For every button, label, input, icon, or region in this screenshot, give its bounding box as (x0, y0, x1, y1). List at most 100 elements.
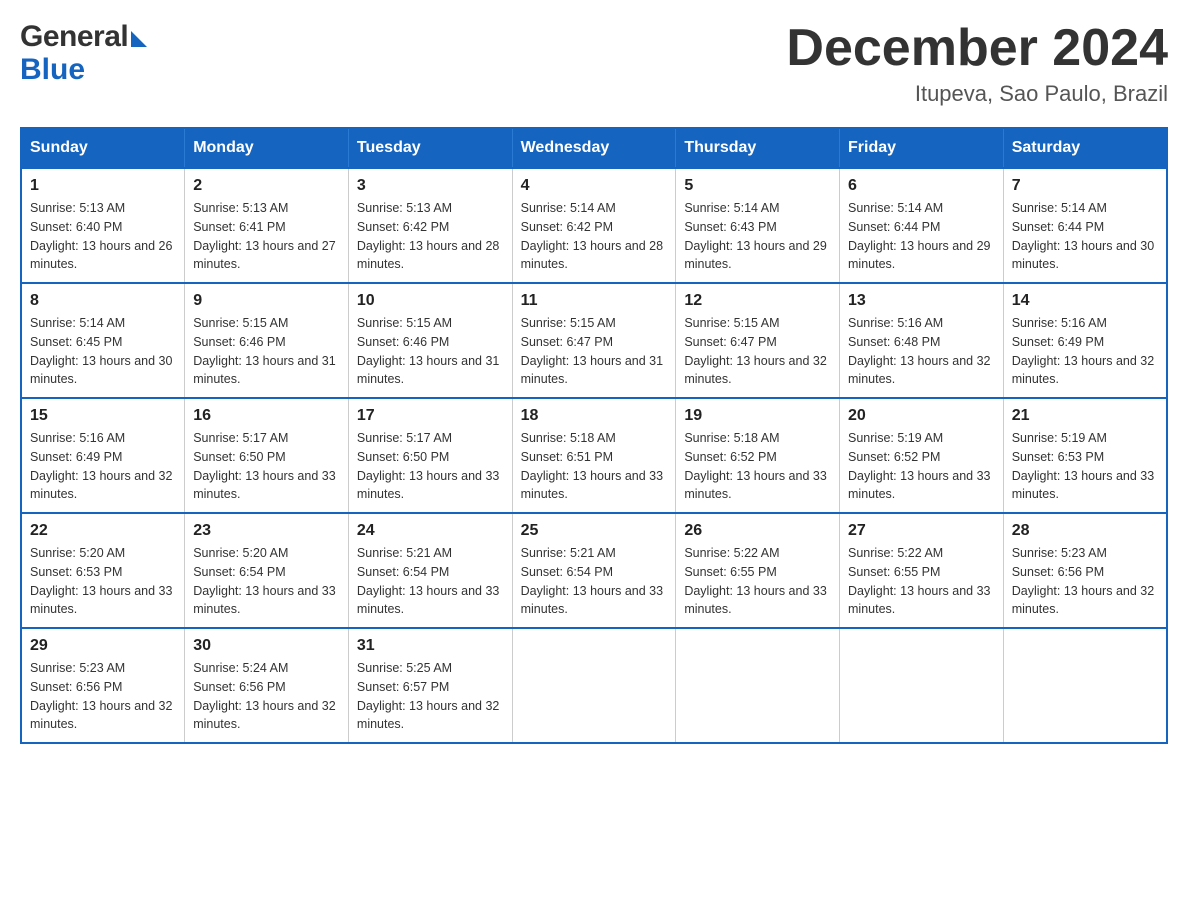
day-info: Sunrise: 5:24 AMSunset: 6:56 PMDaylight:… (193, 659, 340, 734)
day-cell: 10 Sunrise: 5:15 AMSunset: 6:46 PMDaylig… (348, 283, 512, 398)
day-number: 1 (30, 177, 176, 195)
day-info: Sunrise: 5:18 AMSunset: 6:52 PMDaylight:… (684, 429, 831, 504)
day-info: Sunrise: 5:23 AMSunset: 6:56 PMDaylight:… (30, 659, 176, 734)
day-info: Sunrise: 5:21 AMSunset: 6:54 PMDaylight:… (521, 544, 668, 619)
logo-blue-text: Blue (20, 53, 85, 86)
column-header-monday: Monday (185, 128, 349, 168)
day-number: 14 (1012, 292, 1158, 310)
day-cell: 21 Sunrise: 5:19 AMSunset: 6:53 PMDaylig… (1003, 398, 1167, 513)
day-number: 5 (684, 177, 831, 195)
day-info: Sunrise: 5:17 AMSunset: 6:50 PMDaylight:… (193, 429, 340, 504)
day-info: Sunrise: 5:14 AMSunset: 6:44 PMDaylight:… (848, 199, 995, 274)
day-number: 16 (193, 407, 340, 425)
column-header-sunday: Sunday (21, 128, 185, 168)
day-cell: 15 Sunrise: 5:16 AMSunset: 6:49 PMDaylig… (21, 398, 185, 513)
day-number: 20 (848, 407, 995, 425)
day-number: 27 (848, 522, 995, 540)
day-cell: 9 Sunrise: 5:15 AMSunset: 6:46 PMDayligh… (185, 283, 349, 398)
day-number: 7 (1012, 177, 1158, 195)
day-number: 19 (684, 407, 831, 425)
logo-general-text: General (20, 20, 128, 53)
day-number: 18 (521, 407, 668, 425)
day-cell: 4 Sunrise: 5:14 AMSunset: 6:42 PMDayligh… (512, 168, 676, 283)
day-info: Sunrise: 5:14 AMSunset: 6:44 PMDaylight:… (1012, 199, 1158, 274)
day-cell: 18 Sunrise: 5:18 AMSunset: 6:51 PMDaylig… (512, 398, 676, 513)
day-cell: 1 Sunrise: 5:13 AMSunset: 6:40 PMDayligh… (21, 168, 185, 283)
day-cell: 30 Sunrise: 5:24 AMSunset: 6:56 PMDaylig… (185, 628, 349, 743)
day-number: 21 (1012, 407, 1158, 425)
logo-arrow-icon (131, 31, 147, 47)
day-cell: 7 Sunrise: 5:14 AMSunset: 6:44 PMDayligh… (1003, 168, 1167, 283)
day-cell: 27 Sunrise: 5:22 AMSunset: 6:55 PMDaylig… (840, 513, 1004, 628)
day-cell: 8 Sunrise: 5:14 AMSunset: 6:45 PMDayligh… (21, 283, 185, 398)
day-number: 28 (1012, 522, 1158, 540)
day-info: Sunrise: 5:17 AMSunset: 6:50 PMDaylight:… (357, 429, 504, 504)
day-info: Sunrise: 5:21 AMSunset: 6:54 PMDaylight:… (357, 544, 504, 619)
day-info: Sunrise: 5:15 AMSunset: 6:47 PMDaylight:… (684, 314, 831, 389)
day-cell: 6 Sunrise: 5:14 AMSunset: 6:44 PMDayligh… (840, 168, 1004, 283)
day-number: 2 (193, 177, 340, 195)
day-cell (1003, 628, 1167, 743)
day-cell: 12 Sunrise: 5:15 AMSunset: 6:47 PMDaylig… (676, 283, 840, 398)
week-row-4: 22 Sunrise: 5:20 AMSunset: 6:53 PMDaylig… (21, 513, 1167, 628)
day-number: 26 (684, 522, 831, 540)
day-number: 17 (357, 407, 504, 425)
day-number: 11 (521, 292, 668, 310)
day-info: Sunrise: 5:23 AMSunset: 6:56 PMDaylight:… (1012, 544, 1158, 619)
day-cell: 19 Sunrise: 5:18 AMSunset: 6:52 PMDaylig… (676, 398, 840, 513)
day-cell (676, 628, 840, 743)
day-number: 31 (357, 637, 504, 655)
day-info: Sunrise: 5:15 AMSunset: 6:46 PMDaylight:… (357, 314, 504, 389)
day-number: 30 (193, 637, 340, 655)
column-header-saturday: Saturday (1003, 128, 1167, 168)
day-info: Sunrise: 5:22 AMSunset: 6:55 PMDaylight:… (848, 544, 995, 619)
column-header-wednesday: Wednesday (512, 128, 676, 168)
day-number: 29 (30, 637, 176, 655)
day-cell: 22 Sunrise: 5:20 AMSunset: 6:53 PMDaylig… (21, 513, 185, 628)
calendar-body: 1 Sunrise: 5:13 AMSunset: 6:40 PMDayligh… (21, 168, 1167, 743)
week-row-3: 15 Sunrise: 5:16 AMSunset: 6:49 PMDaylig… (21, 398, 1167, 513)
day-number: 22 (30, 522, 176, 540)
day-cell: 25 Sunrise: 5:21 AMSunset: 6:54 PMDaylig… (512, 513, 676, 628)
week-row-2: 8 Sunrise: 5:14 AMSunset: 6:45 PMDayligh… (21, 283, 1167, 398)
day-cell: 29 Sunrise: 5:23 AMSunset: 6:56 PMDaylig… (21, 628, 185, 743)
day-number: 24 (357, 522, 504, 540)
week-row-5: 29 Sunrise: 5:23 AMSunset: 6:56 PMDaylig… (21, 628, 1167, 743)
day-number: 6 (848, 177, 995, 195)
day-cell: 17 Sunrise: 5:17 AMSunset: 6:50 PMDaylig… (348, 398, 512, 513)
day-info: Sunrise: 5:14 AMSunset: 6:42 PMDaylight:… (521, 199, 668, 274)
day-info: Sunrise: 5:13 AMSunset: 6:42 PMDaylight:… (357, 199, 504, 274)
day-number: 9 (193, 292, 340, 310)
day-cell: 26 Sunrise: 5:22 AMSunset: 6:55 PMDaylig… (676, 513, 840, 628)
day-info: Sunrise: 5:19 AMSunset: 6:53 PMDaylight:… (1012, 429, 1158, 504)
day-cell: 2 Sunrise: 5:13 AMSunset: 6:41 PMDayligh… (185, 168, 349, 283)
day-number: 25 (521, 522, 668, 540)
day-number: 8 (30, 292, 176, 310)
column-header-tuesday: Tuesday (348, 128, 512, 168)
day-cell: 23 Sunrise: 5:20 AMSunset: 6:54 PMDaylig… (185, 513, 349, 628)
day-number: 10 (357, 292, 504, 310)
day-number: 15 (30, 407, 176, 425)
day-info: Sunrise: 5:20 AMSunset: 6:54 PMDaylight:… (193, 544, 340, 619)
day-cell: 11 Sunrise: 5:15 AMSunset: 6:47 PMDaylig… (512, 283, 676, 398)
calendar-table: SundayMondayTuesdayWednesdayThursdayFrid… (20, 127, 1168, 744)
month-title: December 2024 (786, 20, 1168, 77)
day-number: 3 (357, 177, 504, 195)
day-cell: 5 Sunrise: 5:14 AMSunset: 6:43 PMDayligh… (676, 168, 840, 283)
week-row-1: 1 Sunrise: 5:13 AMSunset: 6:40 PMDayligh… (21, 168, 1167, 283)
day-info: Sunrise: 5:19 AMSunset: 6:52 PMDaylight:… (848, 429, 995, 504)
day-info: Sunrise: 5:14 AMSunset: 6:45 PMDaylight:… (30, 314, 176, 389)
day-info: Sunrise: 5:15 AMSunset: 6:46 PMDaylight:… (193, 314, 340, 389)
day-number: 4 (521, 177, 668, 195)
day-number: 23 (193, 522, 340, 540)
day-info: Sunrise: 5:16 AMSunset: 6:49 PMDaylight:… (1012, 314, 1158, 389)
day-info: Sunrise: 5:16 AMSunset: 6:49 PMDaylight:… (30, 429, 176, 504)
day-cell: 13 Sunrise: 5:16 AMSunset: 6:48 PMDaylig… (840, 283, 1004, 398)
day-cell (840, 628, 1004, 743)
title-block: December 2024 Itupeva, Sao Paulo, Brazil (786, 20, 1168, 107)
day-info: Sunrise: 5:18 AMSunset: 6:51 PMDaylight:… (521, 429, 668, 504)
day-info: Sunrise: 5:25 AMSunset: 6:57 PMDaylight:… (357, 659, 504, 734)
day-info: Sunrise: 5:14 AMSunset: 6:43 PMDaylight:… (684, 199, 831, 274)
day-cell: 16 Sunrise: 5:17 AMSunset: 6:50 PMDaylig… (185, 398, 349, 513)
day-info: Sunrise: 5:20 AMSunset: 6:53 PMDaylight:… (30, 544, 176, 619)
